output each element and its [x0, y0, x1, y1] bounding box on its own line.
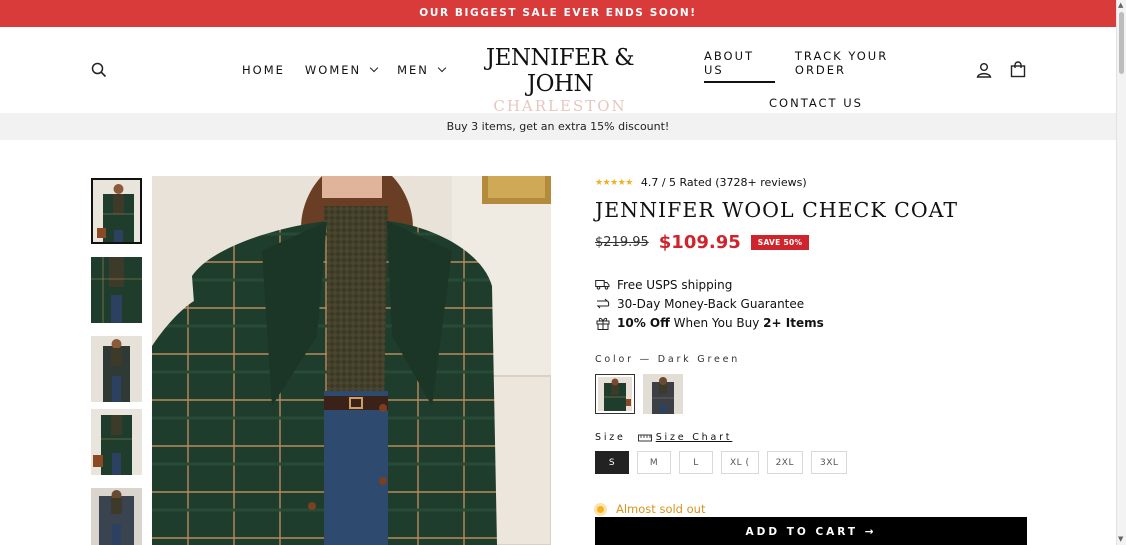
scroll-up-icon[interactable]: ▲: [1118, 1, 1123, 9]
perk-discount-text: 10% Off When You Buy 2+ Items: [617, 316, 824, 330]
nav-track-order[interactable]: TRACK YOUR ORDER: [795, 49, 936, 83]
size-row: Size Size Chart: [595, 432, 1027, 443]
perk-discount-bold: 10% Off: [617, 315, 670, 330]
original-price: $219.95: [595, 235, 649, 250]
sale-price: $109.95: [658, 232, 741, 253]
page-scrollbar[interactable]: ▲ ▼: [1116, 0, 1126, 545]
size-option-3xl[interactable]: 3XL: [810, 451, 848, 474]
nav-about-us[interactable]: ABOUT US: [704, 49, 775, 83]
rating-row[interactable]: ★★★★★ 4.7 / 5 Rated (3728+ reviews): [595, 176, 1027, 189]
perk-discount: 10% Off When You Buy 2+ Items: [595, 313, 1027, 332]
ruler-icon: [637, 434, 652, 441]
perk-shipping: Free USPS shipping: [595, 275, 1027, 294]
add-to-cart-button[interactable]: ADD TO CART →: [595, 517, 1027, 545]
product-title: JENNIFER WOOL CHECK COAT: [595, 198, 959, 222]
nav-men-label: MEN: [397, 63, 429, 77]
size-chart-link[interactable]: Size Chart: [637, 432, 733, 443]
gift-icon: [595, 316, 610, 330]
main-product-image[interactable]: [152, 176, 551, 545]
stock-text: Almost sold out: [616, 502, 706, 516]
chevron-down-icon: [369, 63, 379, 73]
stock-status: Almost sold out: [595, 502, 1027, 516]
size-chart-label: Size Chart: [655, 432, 733, 443]
size-option-s[interactable]: S: [595, 451, 629, 474]
main-nav: HOME WOMEN MEN: [242, 63, 447, 77]
color-swatches: [595, 374, 1027, 414]
perk-discount-mid: When You Buy: [669, 315, 764, 330]
size-options: S M L XL ( 2XL 3XL: [595, 451, 1027, 474]
perk-guarantee: 30-Day Money-Back Guarantee: [595, 294, 1027, 313]
swatch-dark-green[interactable]: [595, 374, 635, 414]
size-option-l[interactable]: L: [679, 451, 713, 474]
size-option-2xl[interactable]: 2XL: [766, 451, 803, 474]
perk-guarantee-text: 30-Day Money-Back Guarantee: [617, 296, 805, 311]
nav-home[interactable]: HOME: [242, 63, 285, 77]
site-header: HOME WOMEN MEN JENNIFER & JOHN CHARLESTO…: [0, 27, 1116, 115]
perks-list: Free USPS shipping 30-Day Money-Back Gua…: [595, 275, 1027, 332]
promo-banner: Buy 3 items, get an extra 15% discount!: [0, 113, 1116, 140]
rating-text: 4.7 / 5 Rated (3728+ reviews): [640, 176, 807, 189]
perk-shipping-text: Free USPS shipping: [617, 277, 733, 292]
save-badge: SAVE 50%: [750, 235, 810, 250]
nav-contact-us[interactable]: CONTACT US: [769, 96, 863, 110]
scrollbar-thumb[interactable]: [1119, 12, 1124, 74]
chevron-down-icon: [437, 63, 447, 73]
thumbnail-3[interactable]: [91, 336, 142, 402]
price-row: $219.95 $109.95 SAVE 50%: [595, 232, 1027, 253]
perk-discount-bold2: 2+ Items: [763, 315, 824, 330]
return-arrows-icon: [595, 297, 610, 310]
stock-dot-icon: [597, 505, 604, 513]
nav-women-label: WOMEN: [304, 63, 362, 77]
search-icon[interactable]: [90, 61, 108, 79]
size-option-m[interactable]: M: [637, 451, 671, 474]
size-option-xl[interactable]: XL (: [721, 451, 759, 474]
thumbnail-5[interactable]: [91, 488, 142, 545]
thumbnail-1[interactable]: [91, 178, 142, 244]
promo-text: Buy 3 items, get an extra 15% discount!: [446, 120, 670, 133]
nav-men[interactable]: MEN: [397, 63, 447, 77]
secondary-nav: ABOUT US TRACK YOUR ORDER CONTACT US: [696, 49, 936, 110]
size-label: Size: [595, 432, 626, 443]
truck-icon: [595, 279, 610, 290]
announcement-bar: OUR BIGGEST SALE EVER ENDS SOON!: [0, 0, 1116, 27]
swatch-grey[interactable]: [643, 374, 683, 414]
thumbnail-4[interactable]: [91, 409, 142, 475]
product-panel: ★★★★★ 4.7 / 5 Rated (3728+ reviews) JENN…: [595, 176, 1027, 545]
announcement-text: OUR BIGGEST SALE EVER ENDS SOON!: [419, 7, 697, 19]
nav-home-label: HOME: [242, 63, 285, 77]
scroll-down-icon[interactable]: ▼: [1118, 535, 1123, 543]
thumbnail-2[interactable]: [91, 257, 142, 323]
cart-icon[interactable]: [1009, 60, 1027, 78]
account-icon[interactable]: [975, 61, 993, 79]
site-logo[interactable]: JENNIFER & JOHN CHARLESTON: [455, 45, 665, 115]
rating-stars: ★★★★★: [595, 177, 633, 188]
logo-title: JENNIFER & JOHN: [485, 45, 635, 97]
color-label: Color — Dark Green: [595, 354, 741, 365]
nav-women[interactable]: WOMEN: [304, 63, 379, 77]
